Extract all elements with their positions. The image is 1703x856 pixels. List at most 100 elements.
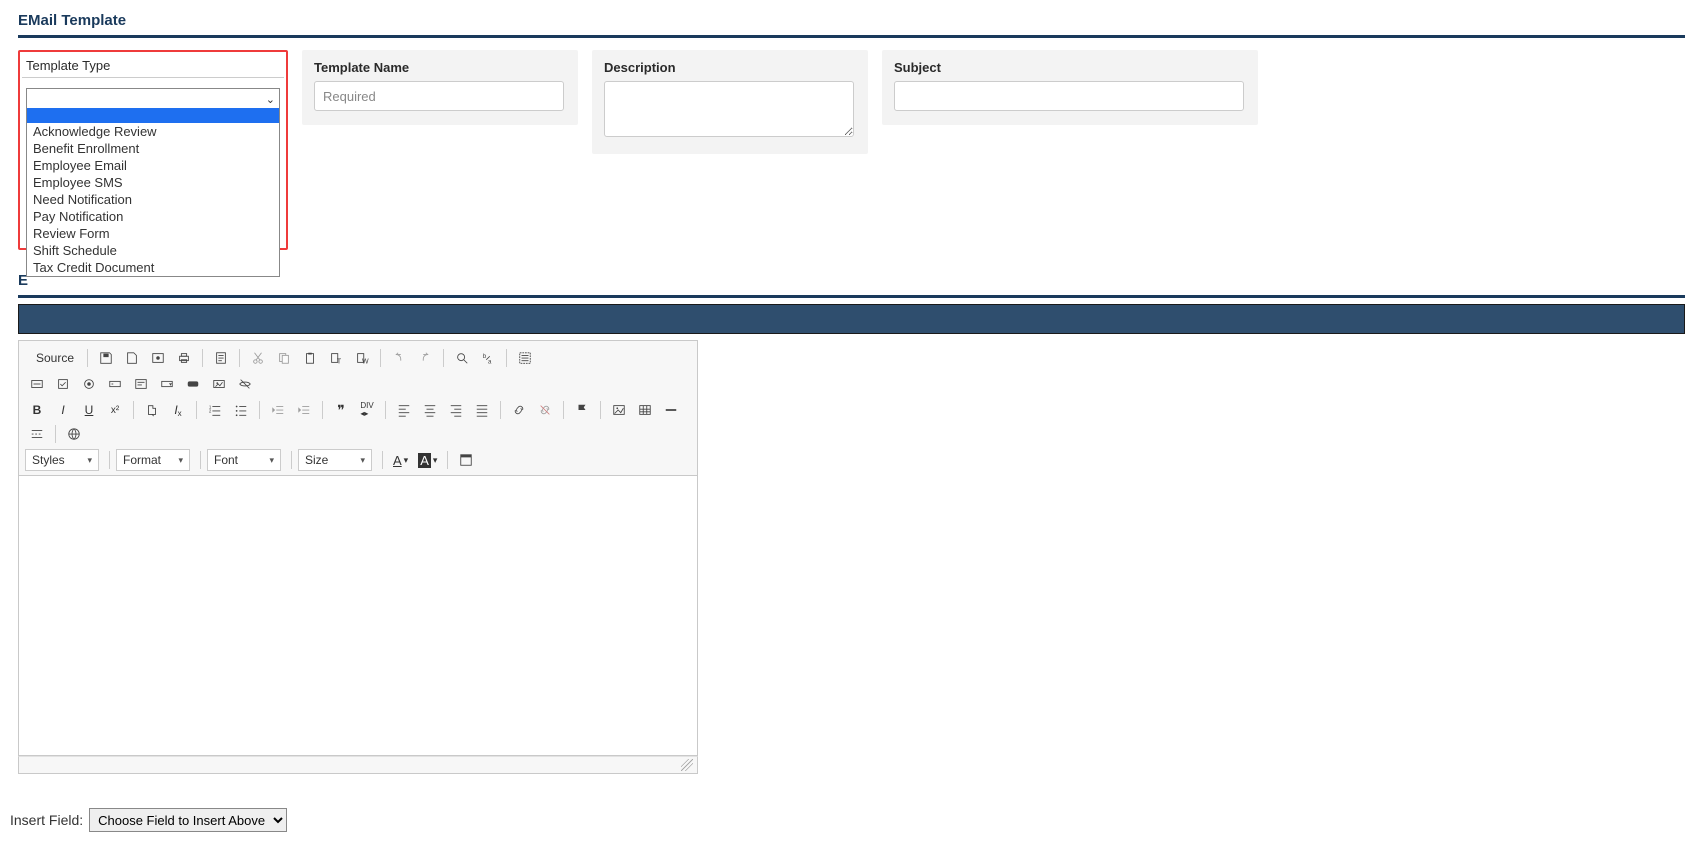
paste-icon[interactable] <box>298 347 322 369</box>
page-break-icon[interactable] <box>25 423 49 445</box>
section-title-email-template: EMail Template <box>18 8 1685 38</box>
bullet-list-icon[interactable] <box>229 399 253 421</box>
field-template-name: Template Name <box>302 50 578 125</box>
svg-text:b: b <box>483 353 487 360</box>
align-center-icon[interactable] <box>418 399 442 421</box>
svg-text:T: T <box>337 358 342 365</box>
hidden-field-icon[interactable] <box>233 373 257 395</box>
iframe-icon[interactable] <box>62 423 86 445</box>
field-template-type: Template Type ⌄ Acknowledge ReviewBenefi… <box>18 50 288 250</box>
text-field-icon[interactable] <box>103 373 127 395</box>
align-justify-icon[interactable] <box>470 399 494 421</box>
unlink-icon[interactable] <box>533 399 557 421</box>
rich-text-editor: Source T W ba <box>18 340 698 774</box>
textarea-icon[interactable] <box>129 373 153 395</box>
bold-button[interactable]: B <box>25 399 49 421</box>
italic-button[interactable]: I <box>51 399 75 421</box>
checkbox-icon[interactable] <box>51 373 75 395</box>
select-all-icon[interactable] <box>513 347 537 369</box>
maximize-icon[interactable] <box>454 449 478 471</box>
copy-icon[interactable] <box>272 347 296 369</box>
template-type-option[interactable]: Tax Credit Document <box>27 259 279 276</box>
toolbar-row-2 <box>25 371 691 397</box>
blockquote-icon[interactable]: ❞ <box>329 399 353 421</box>
anchor-flag-icon[interactable] <box>570 399 594 421</box>
template-type-option[interactable]: Need Notification <box>27 191 279 208</box>
size-combo[interactable]: Size▾ <box>298 449 372 471</box>
label-subject: Subject <box>894 60 1246 75</box>
bg-color-button[interactable]: A▾ <box>414 449 441 471</box>
template-type-option[interactable]: Shift Schedule <box>27 242 279 259</box>
field-subject: Subject <box>882 50 1258 125</box>
image-icon[interactable] <box>607 399 631 421</box>
redo-icon[interactable] <box>413 347 437 369</box>
section-edit: E Source <box>18 268 1685 832</box>
new-page-icon[interactable] <box>120 347 144 369</box>
paste-text-icon[interactable]: T <box>324 347 348 369</box>
template-type-dropdown[interactable]: Acknowledge ReviewBenefit EnrollmentEmpl… <box>26 108 280 277</box>
template-type-option[interactable]: Employee SMS <box>27 174 279 191</box>
source-button[interactable]: Source <box>25 347 81 369</box>
template-type-option[interactable]: Acknowledge Review <box>27 123 279 140</box>
editor-content[interactable] <box>18 476 698 756</box>
label-template-type: Template Type <box>22 56 284 78</box>
editor-header-bar <box>18 304 1685 334</box>
description-input[interactable] <box>604 81 854 137</box>
font-combo[interactable]: Font▾ <box>207 449 281 471</box>
subject-input[interactable] <box>894 81 1244 111</box>
template-type-select[interactable]: ⌄ Acknowledge ReviewBenefit EnrollmentEm… <box>22 84 284 110</box>
template-type-select-display[interactable]: ⌄ <box>26 88 280 110</box>
button-field-icon[interactable] <box>181 373 205 395</box>
insert-field-row: Insert Field: Choose Field to Insert Abo… <box>10 808 1685 832</box>
save-icon[interactable] <box>94 347 118 369</box>
table-icon[interactable] <box>633 399 657 421</box>
toolbar-row-4: Styles▾ Format▾ Font▾ Size▾ A▾ A▾ <box>25 447 691 473</box>
print-icon[interactable] <box>172 347 196 369</box>
template-name-input[interactable] <box>314 81 564 111</box>
styles-combo[interactable]: Styles▾ <box>25 449 99 471</box>
template-type-option[interactable] <box>27 108 279 123</box>
horizontal-line-icon[interactable] <box>659 399 683 421</box>
superscript-button[interactable]: x² <box>103 399 127 421</box>
replace-icon[interactable]: ba <box>476 347 500 369</box>
resize-grip-icon[interactable] <box>681 759 693 771</box>
templates-icon[interactable] <box>209 347 233 369</box>
svg-text:W: W <box>362 358 369 365</box>
undo-icon[interactable] <box>387 347 411 369</box>
template-type-option[interactable]: Benefit Enrollment <box>27 140 279 157</box>
insert-field-select[interactable]: Choose Field to Insert Above <box>89 808 287 832</box>
copy-format-icon[interactable] <box>140 399 164 421</box>
text-color-button[interactable]: A▾ <box>389 449 412 471</box>
svg-text:2: 2 <box>209 409 212 414</box>
underline-button[interactable]: U <box>77 399 101 421</box>
outdent-icon[interactable] <box>266 399 290 421</box>
insert-field-label: Insert Field: <box>10 812 83 828</box>
cut-icon[interactable] <box>246 347 270 369</box>
svg-text:a: a <box>488 358 492 365</box>
label-description: Description <box>604 60 856 75</box>
form-icon[interactable] <box>25 373 49 395</box>
field-row: Template Type ⌄ Acknowledge ReviewBenefi… <box>18 50 1685 250</box>
indent-icon[interactable] <box>292 399 316 421</box>
remove-format-icon[interactable]: Ix <box>166 399 190 421</box>
preview-icon[interactable] <box>146 347 170 369</box>
format-combo[interactable]: Format▾ <box>116 449 190 471</box>
align-left-icon[interactable] <box>392 399 416 421</box>
find-icon[interactable] <box>450 347 474 369</box>
field-description: Description <box>592 50 868 154</box>
template-type-option[interactable]: Employee Email <box>27 157 279 174</box>
numbered-list-icon[interactable]: 12 <box>203 399 227 421</box>
link-icon[interactable] <box>507 399 531 421</box>
template-type-option[interactable]: Pay Notification <box>27 208 279 225</box>
align-right-icon[interactable] <box>444 399 468 421</box>
label-template-name: Template Name <box>314 60 566 75</box>
image-button-icon[interactable] <box>207 373 231 395</box>
source-label: Source <box>36 351 74 365</box>
paste-word-icon[interactable]: W <box>350 347 374 369</box>
template-type-option[interactable]: Review Form <box>27 225 279 242</box>
radio-icon[interactable] <box>77 373 101 395</box>
editor-footer <box>18 756 698 774</box>
select-field-icon[interactable] <box>155 373 179 395</box>
editor-toolbar: Source T W ba <box>18 340 698 476</box>
div-container-icon[interactable]: DIV◂▸ <box>355 399 379 421</box>
